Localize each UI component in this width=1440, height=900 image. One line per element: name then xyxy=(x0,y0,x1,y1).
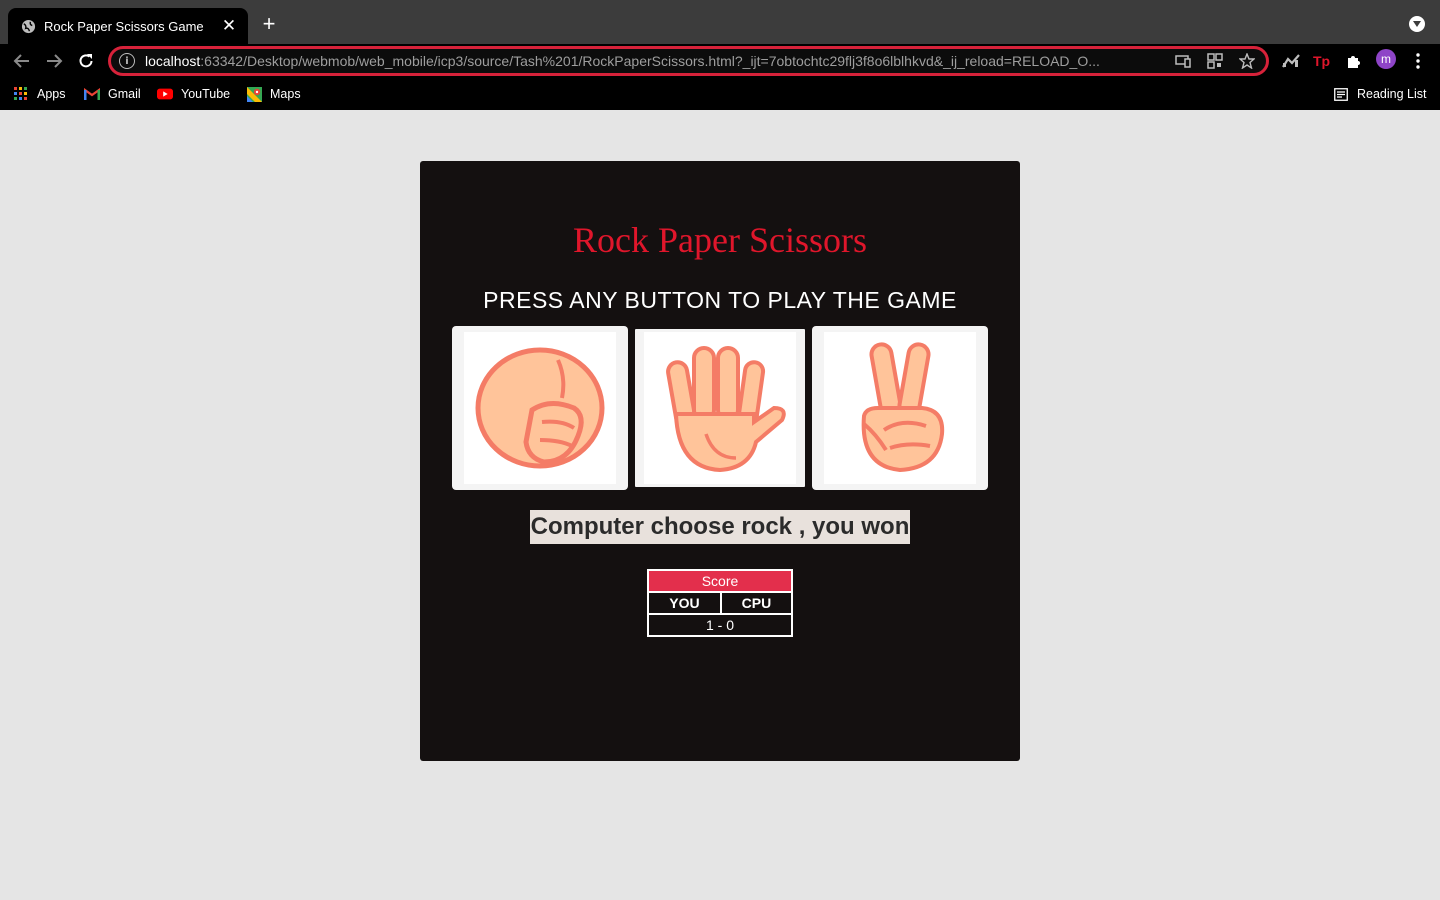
rock-button[interactable] xyxy=(452,326,628,490)
you-label: YOU xyxy=(647,591,722,615)
tab-title: Rock Paper Scissors Game xyxy=(44,18,204,34)
close-tab-icon[interactable]: ✕ xyxy=(220,17,238,35)
bookmark-label: Apps xyxy=(37,87,66,101)
paper-button[interactable] xyxy=(632,326,808,490)
browser-toolbar: i localhost:63342/Desktop/webmob/web_mob… xyxy=(0,44,1440,78)
youtube-icon xyxy=(157,86,173,102)
result-message: Computer choose rock , you won xyxy=(530,510,910,544)
score-value: 1 - 0 xyxy=(647,613,793,637)
reading-list-label: Reading List xyxy=(1357,87,1427,101)
apps-grid-icon xyxy=(13,86,29,102)
menu-dots-icon[interactable] xyxy=(1406,49,1430,73)
bookmark-label: Gmail xyxy=(108,87,141,101)
tab-strip: Rock Paper Scissors Game ✕ + xyxy=(0,0,1440,44)
bookmark-label: YouTube xyxy=(181,87,231,101)
bookmark-maps[interactable]: Maps xyxy=(246,86,301,102)
back-arrow-icon[interactable] xyxy=(10,49,34,73)
site-info-icon[interactable]: i xyxy=(119,53,135,69)
qr-code-icon[interactable] xyxy=(1204,50,1226,72)
bookmark-label: Maps xyxy=(270,87,301,101)
game-panel: Rock Paper Scissors PRESS ANY BUTTON TO … xyxy=(420,161,1020,761)
profile-avatar[interactable]: m xyxy=(1376,49,1396,69)
puzzle-extensions-icon[interactable] xyxy=(1342,49,1366,73)
game-title: Rock Paper Scissors xyxy=(573,220,867,260)
bookmark-apps[interactable]: Apps xyxy=(13,86,66,102)
reading-list-button[interactable]: Reading List xyxy=(1333,86,1427,102)
reload-icon[interactable] xyxy=(74,49,98,73)
new-tab-icon[interactable]: + xyxy=(258,13,280,35)
cast-icon[interactable] xyxy=(1172,50,1194,72)
scissors-button[interactable] xyxy=(812,326,988,490)
gmail-icon xyxy=(84,86,100,102)
tp-extension-icon[interactable]: Tp xyxy=(1310,49,1334,73)
url-host: localhost xyxy=(145,53,201,69)
url-text[interactable]: localhost:63342/Desktop/webmob/web_mobil… xyxy=(145,53,1162,69)
score-table: Score YOU CPU 1 - 0 xyxy=(647,569,794,637)
maps-icon xyxy=(246,86,262,102)
browser-tab[interactable]: Rock Paper Scissors Game ✕ xyxy=(8,8,248,44)
paper-hand-icon xyxy=(644,332,796,484)
scissors-hand-icon xyxy=(824,332,976,484)
bookmark-gmail[interactable]: Gmail xyxy=(84,86,141,102)
reading-list-icon xyxy=(1333,86,1349,102)
globe-icon xyxy=(21,19,36,34)
bookmarks-bar: Apps Gmail YouTube Maps Reading List xyxy=(0,78,1440,110)
url-path: :63342/Desktop/webmob/web_mobile/icp3/so… xyxy=(200,53,1100,69)
analytics-extension-icon[interactable] xyxy=(1279,49,1303,73)
svg-text:Tp: Tp xyxy=(1313,53,1330,69)
score-header: Score xyxy=(647,569,793,593)
bookmark-star-icon[interactable] xyxy=(1236,50,1258,72)
address-bar[interactable]: i localhost:63342/Desktop/webmob/web_mob… xyxy=(108,46,1269,76)
rock-hand-icon xyxy=(464,332,616,484)
bookmark-youtube[interactable]: YouTube xyxy=(157,86,230,102)
tab-search-icon[interactable] xyxy=(1409,16,1425,32)
cpu-label: CPU xyxy=(719,591,794,615)
play-prompt: PRESS ANY BUTTON TO PLAY THE GAME xyxy=(483,287,957,313)
forward-arrow-icon[interactable] xyxy=(42,49,66,73)
